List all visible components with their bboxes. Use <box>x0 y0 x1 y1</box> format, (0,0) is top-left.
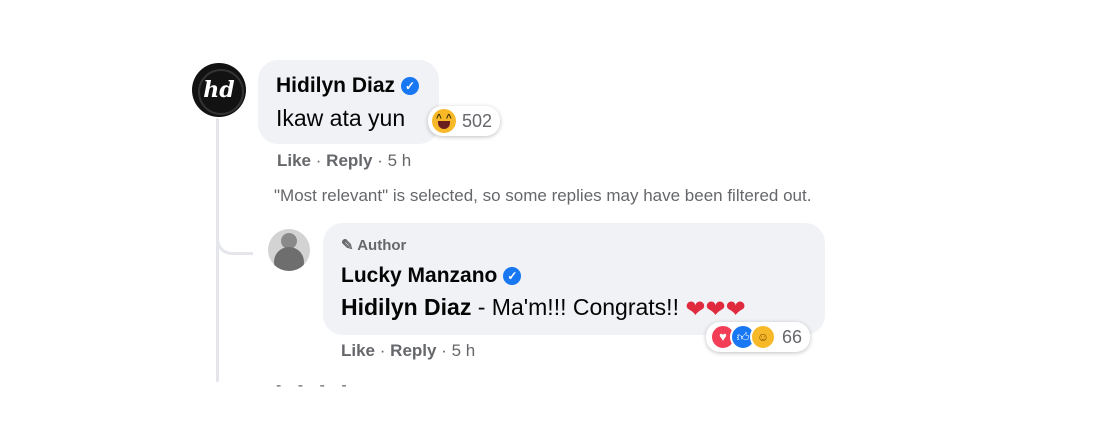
like-button[interactable]: Like <box>341 341 375 360</box>
comment-timestamp[interactable]: 5 h <box>388 151 412 170</box>
pencil-icon: ✎ <box>341 237 354 254</box>
action-separator: · <box>315 151 322 170</box>
care-emoji-icon: ☺ <box>750 324 776 350</box>
author-badge: ✎ Author <box>341 236 406 254</box>
filter-note: "Most relevant" is selected, so some rep… <box>274 186 812 205</box>
author-badge-label: Author <box>357 237 407 254</box>
thread-line <box>216 118 219 382</box>
heart-emoji-icon: ❤❤❤ <box>685 296 746 323</box>
comment-author[interactable]: Hidilyn Diaz ✓ <box>276 74 420 98</box>
comment-text: Ikaw ata yun <box>276 105 406 131</box>
comment-bubble: Hidilyn Diaz ✓ Ikaw ata yun <box>258 60 439 144</box>
avatar-body <box>274 247 304 271</box>
like-button[interactable]: Like <box>277 151 311 170</box>
comment-author-name[interactable]: Hidilyn Diaz <box>276 74 395 97</box>
avatar-hidilyn-diaz[interactable]: hd <box>192 63 246 117</box>
reply-reaction-count: 66 <box>782 326 803 347</box>
reply-actions: Like · Reply · 5 h <box>341 341 475 361</box>
action-separator: · <box>377 151 383 170</box>
clipped-next-item: ‐ ‐ ‐ ‐ <box>276 377 353 394</box>
haha-emoji-icon: ^^ <box>432 109 456 133</box>
verified-check-icon: ✓ <box>401 77 420 95</box>
avatar-lucky-manzano[interactable] <box>268 229 310 271</box>
reply-button[interactable]: Reply <box>390 341 436 360</box>
action-separator: · <box>379 341 386 360</box>
reply-timestamp[interactable]: 5 h <box>452 341 476 360</box>
reply-reactions[interactable]: ♥ 👍︎ ☺ 66 <box>706 322 811 352</box>
avatar-logo: hd <box>203 77 235 103</box>
reply-button[interactable]: Reply <box>326 151 372 170</box>
reply-bubble: ✎ Author Lucky Manzano ✓ Hidilyn Diaz - M… <box>323 223 825 335</box>
reply-message: - Ma'm!!! Congrats!! <box>471 294 686 320</box>
comment-actions: Like · Reply · 5 h <box>277 151 411 171</box>
reply-connector-line <box>216 214 253 255</box>
verified-check-icon: ✓ <box>503 267 522 285</box>
reply-text: Hidilyn Diaz - Ma'm!!! Congrats!! ❤❤❤ <box>341 294 746 324</box>
action-separator: · <box>441 341 447 360</box>
reply-author[interactable]: Lucky Manzano ✓ <box>341 264 522 288</box>
mention-link[interactable]: Hidilyn Diaz <box>341 294 471 320</box>
comment-reactions[interactable]: ^^ 502 <box>428 106 501 136</box>
reply-author-name[interactable]: Lucky Manzano <box>341 264 497 287</box>
comment-reaction-count: 502 <box>462 110 493 131</box>
